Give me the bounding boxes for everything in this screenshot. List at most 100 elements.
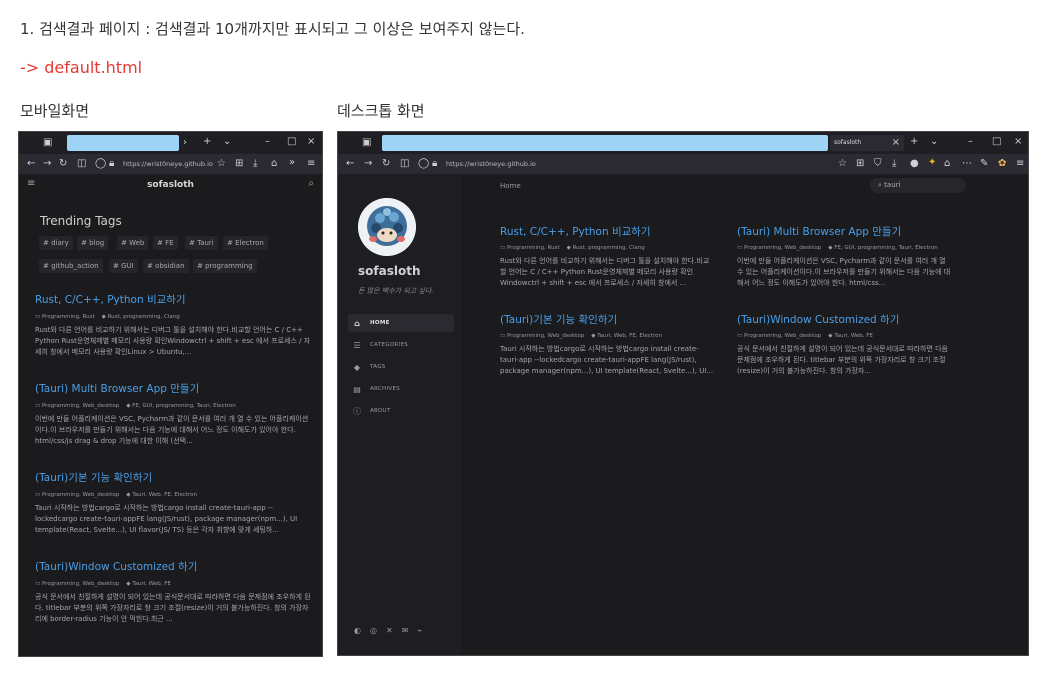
- github-icon[interactable]: ◎: [370, 626, 377, 635]
- redacted-tabs[interactable]: [382, 135, 828, 151]
- home-icon[interactable]: ⌂: [271, 159, 277, 169]
- shield-icon[interactable]: ◯: [418, 159, 429, 169]
- tab-close-icon[interactable]: ×: [892, 138, 900, 148]
- tag-chip[interactable]: # programming: [193, 259, 257, 273]
- post-title[interactable]: Rust, C/C++, Python 비교하기: [35, 292, 186, 307]
- post-title[interactable]: (Tauri)Window Customized 하기: [35, 559, 197, 574]
- email-icon[interactable]: ✉: [402, 626, 409, 635]
- address-bar[interactable]: https://wrist0neye.github.io: [446, 160, 536, 168]
- post-category: ▭ Programming, Web_desktop ◆ Tauri, Web,…: [500, 333, 662, 339]
- minimize-icon[interactable]: –: [968, 137, 973, 147]
- rss-icon[interactable]: ⌁: [417, 626, 422, 635]
- main-content: Home ⌕ tauri Rust, C/C++, Python 비교하기 ▭ …: [462, 174, 1028, 655]
- more-icon[interactable]: ⋯: [962, 159, 972, 169]
- address-bar[interactable]: https://wrist0neye.github.io: [123, 160, 213, 168]
- back-icon[interactable]: ←: [346, 159, 354, 169]
- archive-icon: ▤: [353, 384, 361, 394]
- post-tags-text: Tauri, Web, FE: [132, 581, 171, 587]
- pocket-icon[interactable]: ⛉: [874, 159, 882, 169]
- avatar[interactable]: [358, 198, 416, 256]
- new-tab-icon[interactable]: +: [910, 137, 918, 147]
- search-icon[interactable]: ⌕: [308, 179, 314, 189]
- post-category: ▭ Programming, Web_desktop ◆ Tauri, Web,…: [35, 581, 171, 587]
- shield-icon[interactable]: ◯: [95, 159, 106, 169]
- reload-icon[interactable]: ↻: [382, 159, 390, 169]
- breadcrumb[interactable]: Home: [500, 182, 521, 190]
- reader-icon[interactable]: ◫: [77, 159, 86, 169]
- forward-icon[interactable]: →: [364, 159, 372, 169]
- tag-chip[interactable]: # FE: [153, 236, 178, 250]
- container-icon[interactable]: ⊞: [856, 159, 864, 169]
- bookmark-star-icon[interactable]: ☆: [838, 159, 847, 169]
- minimize-icon[interactable]: –: [265, 137, 270, 147]
- overflow-icon[interactable]: »: [289, 158, 295, 168]
- post-excerpt: Rust와 다른 언어를 비교하기 위해서는 디버그 툴을 설치해야 한다.비교…: [35, 326, 311, 356]
- container-icon[interactable]: ⊞: [235, 159, 243, 169]
- post-category-text: Programming, Web_desktop: [41, 492, 120, 498]
- theme-toggle-icon[interactable]: ◐: [354, 626, 361, 635]
- back-icon[interactable]: ←: [27, 159, 35, 169]
- post-tags-text: FE, GUI, programming, Tauri, Electron: [132, 403, 236, 409]
- nav-label: ARCHIVES: [370, 386, 401, 392]
- tag-chip[interactable]: # github_action: [39, 259, 103, 273]
- tag-chip[interactable]: # obsidian: [143, 259, 189, 273]
- post-title[interactable]: (Tauri)기본 기능 확인하기: [35, 470, 152, 485]
- post-title[interactable]: (Tauri) Multi Browser App 만들기: [737, 224, 901, 239]
- forward-icon[interactable]: →: [43, 159, 51, 169]
- menu-icon[interactable]: ≡: [1016, 159, 1024, 169]
- desktop-browser-window: ▣ sofasloth × + ⌄ – □ × ← → ↻ ◫ ◯ 🔒︎ htt…: [337, 131, 1029, 656]
- menu-icon[interactable]: ≡: [307, 159, 315, 169]
- new-tab-icon[interactable]: +: [203, 137, 211, 147]
- nav-about[interactable]: ⓘ ABOUT: [348, 402, 454, 420]
- maximize-icon[interactable]: □: [992, 137, 1001, 147]
- post-category-text: Programming, Web_desktop: [506, 333, 585, 339]
- tab-scroll-right-icon[interactable]: ›: [183, 138, 187, 148]
- note-search-limit: 1. 검색결과 페이지 : 검색결과 10개까지만 표시되고 그 이상은 보여주…: [20, 20, 525, 38]
- maximize-icon[interactable]: □: [287, 137, 296, 147]
- close-icon[interactable]: ×: [307, 137, 315, 147]
- nav-label: CATEGORIES: [370, 342, 409, 348]
- stream-icon: ☰: [353, 340, 361, 350]
- nav-toolbar: ← → ↻ ◫ ◯ 🔒︎ https://wrist0neye.github.i…: [338, 154, 1028, 174]
- tag-chip[interactable]: # blog: [77, 236, 109, 250]
- tag-chip[interactable]: # Tauri: [185, 236, 218, 250]
- bookmark-star-icon[interactable]: ☆: [217, 159, 226, 169]
- tag-chip[interactable]: # Web: [117, 236, 149, 250]
- lock-icon: 🔒︎: [432, 158, 438, 169]
- post-category: ▭ Programming, Web_desktop ◆ FE, GUI, pr…: [737, 245, 938, 251]
- nav-home[interactable]: ⌂ HOME: [348, 314, 454, 332]
- tag-chip[interactable]: # GUI: [109, 259, 138, 273]
- download-icon[interactable]: ⤓: [892, 159, 896, 169]
- tag-chip[interactable]: # Electron: [223, 236, 268, 250]
- post-title[interactable]: (Tauri)기본 기능 확인하기: [500, 312, 617, 327]
- chevron-down-icon[interactable]: ⌄: [930, 137, 938, 147]
- nav-archives[interactable]: ▤ ARCHIVES: [348, 380, 454, 398]
- active-tab-redacted[interactable]: [67, 135, 179, 151]
- close-icon[interactable]: ×: [1014, 137, 1022, 147]
- chevron-down-icon[interactable]: ⌄: [223, 137, 231, 147]
- site-title[interactable]: sofasloth: [358, 264, 420, 278]
- search-value: tauri: [884, 181, 901, 189]
- tab-list-icon[interactable]: ▣: [362, 138, 371, 148]
- download-icon[interactable]: ⤓: [253, 159, 257, 169]
- post-title[interactable]: Rust, C/C++, Python 비교하기: [500, 224, 651, 239]
- account-icon[interactable]: ●: [910, 159, 919, 169]
- tag-chip[interactable]: # diary: [39, 236, 73, 250]
- reload-icon[interactable]: ↻: [59, 159, 67, 169]
- addon-icon[interactable]: ✿: [998, 159, 1006, 169]
- lock-icon: 🔒︎: [109, 158, 115, 169]
- search-input[interactable]: ⌕ tauri: [870, 178, 966, 193]
- nav-tags[interactable]: ◆ TAGS: [348, 358, 454, 376]
- post-title[interactable]: (Tauri) Multi Browser App 만들기: [35, 381, 199, 396]
- nav-categories[interactable]: ☰ CATEGORIES: [348, 336, 454, 354]
- post-title[interactable]: (Tauri)Window Customized 하기: [737, 312, 899, 327]
- pencil-icon[interactable]: ✎: [980, 159, 988, 169]
- twitter-icon[interactable]: ✕: [386, 626, 393, 635]
- home-icon[interactable]: ⌂: [944, 159, 950, 169]
- tab-sofasloth[interactable]: sofasloth ×: [830, 135, 904, 151]
- reader-icon[interactable]: ◫: [400, 159, 409, 169]
- tab-list-icon[interactable]: ▣: [43, 138, 52, 148]
- site-title[interactable]: sofasloth: [19, 180, 322, 190]
- post-tags-text: Rust, programming, Clang: [572, 245, 645, 251]
- extension-icon[interactable]: ✦: [928, 158, 936, 168]
